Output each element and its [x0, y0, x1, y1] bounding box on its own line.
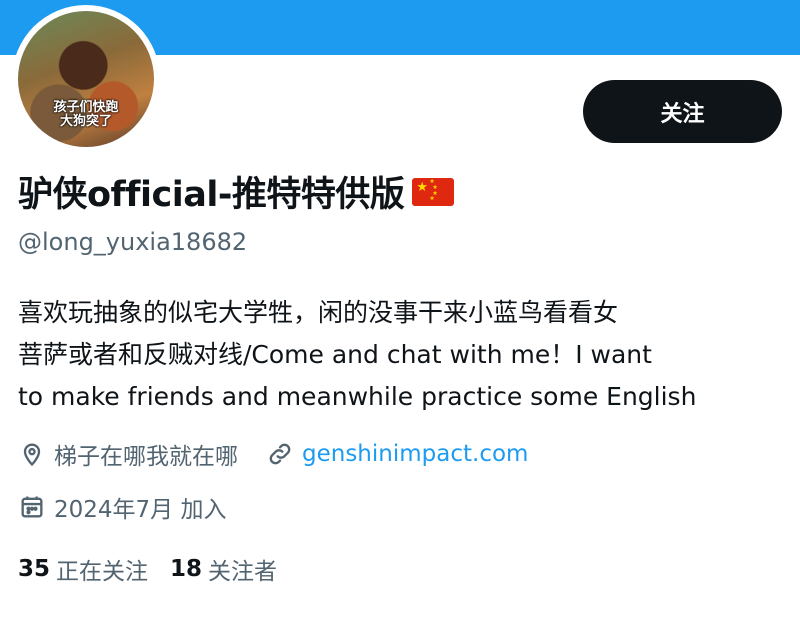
following-count: 35 — [18, 556, 51, 582]
joined-item: 2024年7月 加入 — [18, 490, 226, 524]
location-pin-icon — [23, 443, 41, 467]
followers-label: 关注者 — [208, 559, 278, 585]
followers-stat[interactable]: 18 关注者 — [170, 552, 277, 586]
link-icon — [269, 443, 291, 465]
follow-button[interactable]: 关注 — [583, 80, 782, 143]
bio-line: to make friends and meanwhile practice s… — [18, 382, 697, 411]
calendar-icon — [21, 496, 43, 518]
bio-line: 菩萨或者和反贼对线/Come and chat with me！I want — [18, 340, 652, 369]
china-flag-icon: ★ ★ ★ ★ ★ — [412, 177, 455, 206]
website-link[interactable]: genshinimpact.com — [302, 441, 528, 467]
profile-meta-row: 梯子在哪我就在哪 genshinimpact.com — [18, 437, 528, 471]
avatar-container[interactable]: 孩子们快跑 大狗突了 — [12, 5, 160, 153]
follow-stats: 35 正在关注 18 关注者 — [18, 552, 299, 586]
bio-line: 喜欢玩抽象的似宅大学牲，闲的没事干来小蓝鸟看看女 — [18, 298, 619, 327]
display-name: 驴侠official-推特特供版 — [18, 175, 405, 215]
user-handle: @long_yuxia18682 — [18, 228, 248, 256]
following-label: 正在关注 — [56, 559, 149, 585]
following-stat[interactable]: 35 正在关注 — [18, 552, 148, 586]
name-row: 驴侠official-推特特供版 ★ ★ ★ ★ ★ — [18, 166, 455, 217]
website-item[interactable]: genshinimpact.com — [266, 440, 528, 468]
location-text: 梯子在哪我就在哪 — [54, 444, 238, 470]
joined-row: 2024年7月 加入 — [18, 490, 226, 524]
joined-text: 2024年7月 加入 — [54, 497, 227, 523]
avatar-caption-line2: 大狗突了 — [59, 114, 112, 129]
location-item: 梯子在哪我就在哪 — [18, 437, 238, 471]
avatar[interactable]: 孩子们快跑 大狗突了 — [18, 11, 154, 147]
bio: 喜欢玩抽象的似宅大学牲，闲的没事干来小蓝鸟看看女 菩萨或者和反贼对线/Come … — [18, 292, 778, 418]
followers-count: 18 — [170, 556, 203, 582]
avatar-caption-line1: 孩子们快跑 — [53, 100, 119, 115]
avatar-caption: 孩子们快跑 大狗突了 — [18, 101, 154, 129]
